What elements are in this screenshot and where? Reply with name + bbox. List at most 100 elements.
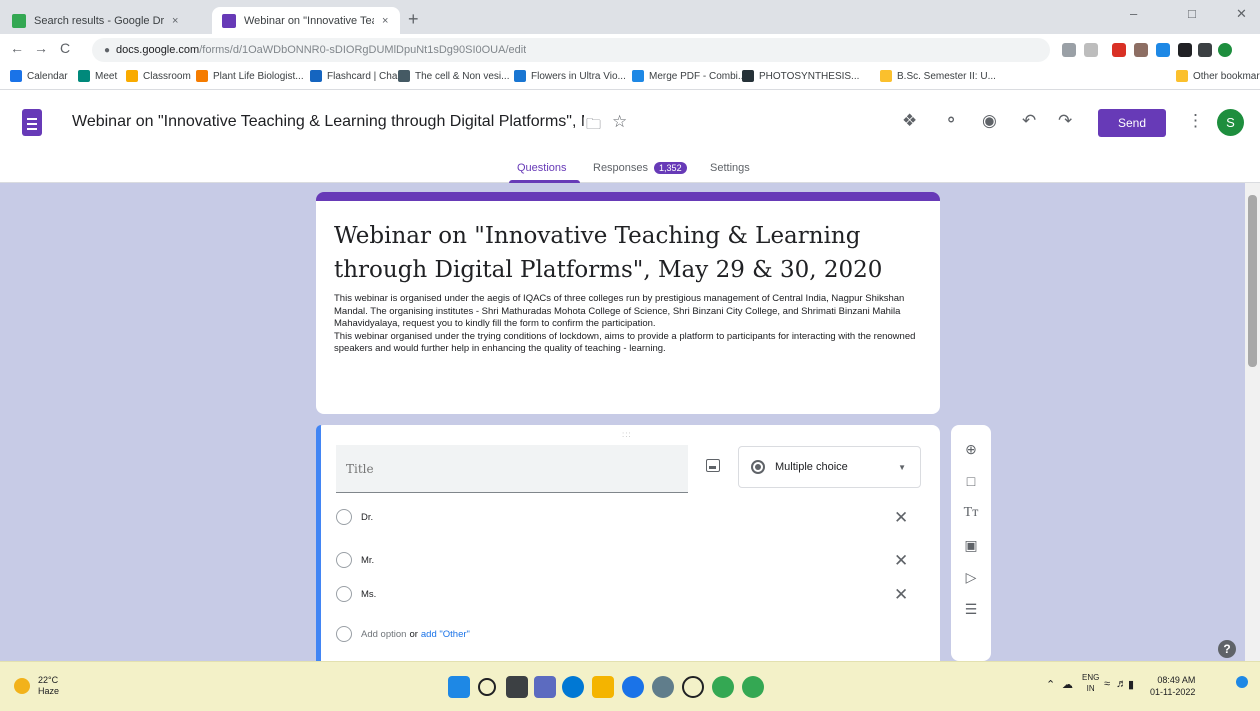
bookmark-item[interactable]: B.Sc. Semester II: U...: [880, 70, 996, 82]
new-tab-icon[interactable]: +: [408, 9, 419, 30]
reload-icon[interactable]: C: [60, 40, 70, 56]
remove-option-icon[interactable]: ✕: [894, 508, 908, 528]
tab-responses[interactable]: Responses 1,352: [593, 162, 687, 174]
tab-drive-search[interactable]: Search results - Google Drive ×: [2, 7, 208, 34]
option-label[interactable]: Mr.: [361, 555, 374, 566]
add-image-icon[interactable]: ▣: [963, 537, 979, 554]
add-video-icon[interactable]: ▷: [963, 569, 979, 586]
bookmark-item[interactable]: The cell & Non vesi...: [398, 70, 509, 82]
remove-option-icon[interactable]: ✕: [894, 585, 908, 605]
language-indicator[interactable]: ENG IN: [1082, 672, 1099, 694]
bookmark-item[interactable]: Plant Life Biologist...: [196, 70, 304, 82]
forms-tabs: Questions Responses 1,352 Settings: [0, 156, 1260, 183]
file-explorer-icon[interactable]: [592, 676, 614, 698]
bookmark-item[interactable]: Merge PDF - Combi...: [632, 70, 746, 82]
redo-icon[interactable]: ↷: [1058, 111, 1072, 131]
onedrive-icon[interactable]: ☁: [1062, 678, 1073, 691]
form-title-card[interactable]: Webinar on "Innovative Teaching & Learni…: [316, 192, 940, 414]
bookmark-item[interactable]: Flashcard | Chalk: [310, 70, 405, 82]
form-title[interactable]: Webinar on "Innovative Teaching & Learni…: [334, 219, 914, 287]
close-window-icon[interactable]: ✕: [1236, 6, 1247, 22]
forms-header: Webinar on "Innovative Teaching & Learni…: [0, 90, 1260, 183]
bookmark-item[interactable]: Calendar: [10, 70, 68, 82]
option-label[interactable]: Dr.: [361, 512, 373, 523]
other-bookmarks[interactable]: Other bookmarks: [1176, 70, 1260, 82]
share-icon[interactable]: [1062, 43, 1076, 57]
minimize-icon[interactable]: –: [1130, 6, 1137, 21]
app-icon[interactable]: [682, 676, 704, 698]
restore-icon[interactable]: □: [1188, 6, 1196, 21]
bookmark-item[interactable]: Flowers in Ultra Vio...: [514, 70, 626, 82]
profile-icon[interactable]: [1218, 43, 1232, 57]
document-title[interactable]: Webinar on "Innovative Teaching & Learni…: [72, 113, 584, 131]
add-title-icon[interactable]: Tт: [963, 505, 979, 521]
scrollbar-thumb[interactable]: [1248, 195, 1257, 367]
tab-close-icon[interactable]: ×: [172, 15, 178, 27]
volume-icon[interactable]: ♬: [1116, 678, 1127, 690]
app-icon[interactable]: [622, 676, 644, 698]
edge-browser-icon[interactable]: [562, 676, 584, 698]
add-question-icon[interactable]: ⊕: [963, 441, 979, 458]
preview-eye-icon[interactable]: ◉: [982, 111, 997, 131]
search-icon[interactable]: [478, 678, 496, 696]
bookmark-favicon-icon: [196, 70, 208, 82]
more-vert-icon[interactable]: ⋮: [1187, 111, 1204, 131]
import-questions-icon[interactable]: □: [963, 473, 979, 489]
remove-option-icon[interactable]: ✕: [894, 551, 908, 571]
drag-handle-icon[interactable]: :::: [622, 430, 632, 439]
forward-icon[interactable]: →: [34, 40, 48, 56]
chrome-icon[interactable]: [712, 676, 734, 698]
extensions-puzzle-icon[interactable]: [1178, 43, 1192, 57]
question-title-input[interactable]: [336, 445, 688, 493]
settings-gear-icon[interactable]: [652, 676, 674, 698]
bookmark-star-icon[interactable]: [1084, 43, 1098, 57]
chrome-icon[interactable]: [742, 676, 764, 698]
extension-icon[interactable]: [1112, 43, 1126, 57]
move-to-folder-icon[interactable]: 🗀: [586, 114, 601, 139]
address-bar[interactable]: ● docs.google.com /forms/d/1OaWDbONNR0-s…: [92, 38, 1050, 62]
back-icon[interactable]: ←: [10, 40, 24, 56]
sidebar-icon[interactable]: [1198, 43, 1212, 57]
chat-icon[interactable]: [534, 676, 556, 698]
extension-icon[interactable]: [1156, 43, 1170, 57]
option-row[interactable]: Ms. ✕: [336, 584, 916, 604]
undo-icon[interactable]: ↶: [1022, 111, 1036, 131]
weather-widget[interactable]: 22°C Haze: [14, 675, 59, 697]
option-row[interactable]: Mr. ✕: [336, 550, 916, 570]
option-label[interactable]: Ms.: [361, 589, 376, 600]
question-card[interactable]: ::: Multiple choice ▼ Dr. ✕ Mr. ✕ Ms. ✕ …: [316, 425, 940, 661]
radio-unchecked-icon: [336, 509, 352, 525]
add-option-link[interactable]: Add option: [361, 629, 406, 640]
addons-puzzle-icon[interactable]: ❖: [902, 111, 917, 131]
question-type-dropdown[interactable]: Multiple choice ▼: [738, 446, 921, 488]
google-forms-logo-icon[interactable]: [22, 109, 42, 136]
wifi-icon[interactable]: ≈: [1104, 678, 1110, 690]
tab-forms-webinar[interactable]: Webinar on "Innovative Teachin ×: [212, 7, 400, 34]
bookmark-item[interactable]: PHOTOSYNTHESIS...: [742, 70, 859, 82]
bookmark-item[interactable]: Classroom: [126, 70, 191, 82]
star-icon[interactable]: ☆: [612, 112, 627, 132]
palette-icon[interactable]: ⚬: [944, 111, 958, 131]
bookmark-favicon-icon: [514, 70, 526, 82]
avatar[interactable]: S: [1217, 109, 1244, 136]
tab-settings[interactable]: Settings: [710, 162, 750, 174]
extension-icon[interactable]: [1134, 43, 1148, 57]
tray-chevron-icon[interactable]: ⌃: [1046, 678, 1055, 691]
option-row[interactable]: Dr. ✕: [336, 507, 916, 527]
help-icon[interactable]: ?: [1218, 640, 1236, 658]
task-view-icon[interactable]: [506, 676, 528, 698]
tab-close-icon[interactable]: ×: [382, 15, 388, 27]
browser-toolbar: ← → C ● docs.google.com /forms/d/1OaWDbO…: [0, 34, 1260, 66]
battery-icon[interactable]: ▮: [1128, 678, 1134, 691]
bookmark-item[interactable]: Meet: [78, 70, 117, 82]
notifications-icon[interactable]: [1236, 676, 1248, 688]
add-image-icon[interactable]: [706, 459, 720, 472]
form-description[interactable]: This webinar is organised under the aegi…: [334, 293, 928, 356]
tab-questions[interactable]: Questions: [517, 162, 567, 174]
send-button[interactable]: Send: [1098, 109, 1166, 137]
windows-start-icon[interactable]: [448, 676, 470, 698]
add-section-icon[interactable]: ☰: [963, 601, 979, 618]
add-other-link[interactable]: add "Other": [421, 629, 470, 640]
clock[interactable]: 08:49 AM 01-11-2022: [1150, 674, 1195, 698]
bookmark-favicon-icon: [880, 70, 892, 82]
